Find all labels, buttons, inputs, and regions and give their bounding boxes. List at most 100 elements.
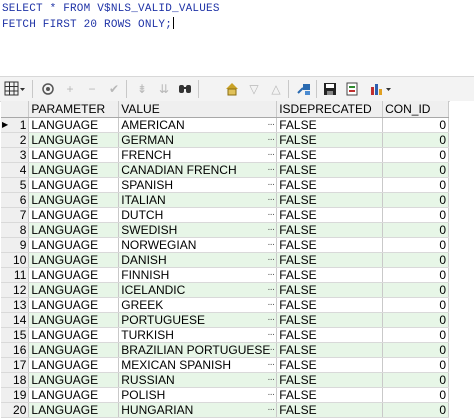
ellipsis-button[interactable]: ··· (267, 283, 275, 297)
table-row[interactable]: 11 LANGUAGE FINNISH ··· FALSE 0 (1, 267, 449, 283)
cell-parameter[interactable]: LANGUAGE (28, 147, 120, 163)
cell-value[interactable]: ITALIAN ··· (118, 192, 278, 208)
cell-con-id[interactable]: 0 (382, 207, 449, 223)
cell-isdeprecated[interactable]: FALSE (276, 267, 384, 283)
column-header-parameter[interactable]: PARAMETER (28, 101, 120, 118)
cell-value[interactable]: SWEDISH ··· (118, 222, 278, 238)
cell-con-id[interactable]: 0 (382, 222, 449, 238)
ellipsis-button[interactable]: ··· (267, 388, 275, 402)
cell-value[interactable]: CANADIAN FRENCH ··· (118, 162, 278, 178)
cell-con-id[interactable]: 0 (382, 282, 449, 298)
cell-con-id[interactable]: 0 (382, 132, 449, 148)
cell-parameter[interactable]: LANGUAGE (28, 162, 120, 178)
filter-down-icon[interactable]: ⇊ (156, 81, 172, 97)
cell-value[interactable]: TURKISH ··· (118, 327, 278, 343)
cell-con-id[interactable]: 0 (382, 357, 449, 373)
cell-isdeprecated[interactable]: FALSE (276, 222, 384, 238)
row-number-cell[interactable]: ▶ 1 (1, 117, 30, 133)
cell-value[interactable]: AMERICAN ··· (118, 117, 278, 133)
row-number-cell[interactable]: 13 (1, 297, 30, 313)
ellipsis-button[interactable]: ··· (267, 178, 275, 192)
cell-value[interactable]: GERMAN ··· (118, 132, 278, 148)
cell-parameter[interactable]: LANGUAGE (28, 117, 120, 133)
cell-value[interactable]: POLISH ··· (118, 387, 278, 403)
cell-parameter[interactable]: LANGUAGE (28, 252, 120, 268)
cell-con-id[interactable]: 0 (382, 297, 449, 313)
ellipsis-button[interactable]: ··· (267, 208, 275, 222)
table-row[interactable]: 20 LANGUAGE HUNGARIAN ··· FALSE 0 (1, 402, 449, 418)
cell-isdeprecated[interactable]: FALSE (276, 312, 384, 328)
cell-parameter[interactable]: LANGUAGE (28, 327, 120, 343)
cell-parameter[interactable]: LANGUAGE (28, 357, 120, 373)
find-icon[interactable] (177, 81, 193, 97)
cell-isdeprecated[interactable]: FALSE (276, 282, 384, 298)
cell-isdeprecated[interactable]: FALSE (276, 237, 384, 253)
table-row[interactable]: 2 LANGUAGE GERMAN ··· FALSE 0 (1, 132, 449, 148)
ellipsis-button[interactable]: ··· (267, 133, 275, 147)
row-number-cell[interactable]: 18 (1, 372, 30, 388)
ellipsis-button[interactable]: ··· (267, 148, 275, 162)
row-number-cell[interactable]: 15 (1, 327, 30, 343)
post-edit-icon[interactable]: ✔ (106, 81, 122, 97)
cell-value[interactable]: PORTUGUESE ··· (118, 312, 278, 328)
cell-parameter[interactable]: LANGUAGE (28, 132, 120, 148)
insert-row-icon[interactable]: + (62, 81, 78, 97)
row-number-cell[interactable]: 8 (1, 222, 30, 238)
cell-parameter[interactable]: LANGUAGE (28, 282, 120, 298)
cell-isdeprecated[interactable]: FALSE (276, 342, 384, 358)
cell-value[interactable]: DUTCH ··· (118, 207, 278, 223)
row-number-cell[interactable]: 6 (1, 192, 30, 208)
row-number-cell[interactable]: 7 (1, 207, 30, 223)
cell-con-id[interactable]: 0 (382, 267, 449, 283)
cell-parameter[interactable]: LANGUAGE (28, 402, 120, 418)
table-row[interactable]: 19 LANGUAGE POLISH ··· FALSE 0 (1, 387, 449, 403)
row-number-cell[interactable]: 16 (1, 342, 30, 358)
row-number-header[interactable] (1, 101, 30, 118)
ellipsis-button[interactable]: ··· (267, 298, 275, 312)
cell-con-id[interactable]: 0 (382, 117, 449, 133)
ellipsis-button[interactable]: ··· (267, 313, 275, 327)
cell-con-id[interactable]: 0 (382, 162, 449, 178)
cell-value[interactable]: SPANISH ··· (118, 177, 278, 193)
cell-parameter[interactable]: LANGUAGE (28, 312, 120, 328)
table-row[interactable]: 8 LANGUAGE SWEDISH ··· FALSE 0 (1, 222, 449, 238)
ellipsis-button[interactable]: ··· (267, 358, 275, 372)
row-number-cell[interactable]: 11 (1, 267, 30, 283)
cell-value[interactable]: HUNGARIAN ··· (118, 402, 278, 418)
cell-parameter[interactable]: LANGUAGE (28, 342, 120, 358)
table-row[interactable]: 15 LANGUAGE TURKISH ··· FALSE 0 (1, 327, 449, 343)
cell-value[interactable]: MEXICAN SPANISH ··· (118, 357, 278, 373)
cell-con-id[interactable]: 0 (382, 387, 449, 403)
table-row[interactable]: 7 LANGUAGE DUTCH ··· FALSE 0 (1, 207, 449, 223)
table-row[interactable]: 13 LANGUAGE GREEK ··· FALSE 0 (1, 297, 449, 313)
cell-isdeprecated[interactable]: FALSE (276, 297, 384, 313)
lock-icon[interactable] (40, 81, 56, 97)
table-row[interactable]: 12 LANGUAGE ICELANDIC ··· FALSE 0 (1, 282, 449, 298)
row-number-cell[interactable]: 10 (1, 252, 30, 268)
table-row[interactable]: 14 LANGUAGE PORTUGUESE ··· FALSE 0 (1, 312, 449, 328)
row-number-cell[interactable]: 17 (1, 357, 30, 373)
row-number-cell[interactable]: 20 (1, 402, 30, 418)
cell-isdeprecated[interactable]: FALSE (276, 327, 384, 343)
cell-isdeprecated[interactable]: FALSE (276, 252, 384, 268)
table-row[interactable]: 4 LANGUAGE CANADIAN FRENCH ··· FALSE 0 (1, 162, 449, 178)
column-header-isdeprecated[interactable]: ISDEPRECATED (276, 101, 384, 118)
row-number-cell[interactable]: 14 (1, 312, 30, 328)
cell-con-id[interactable]: 0 (382, 312, 449, 328)
table-row[interactable]: 3 LANGUAGE FRENCH ··· FALSE 0 (1, 147, 449, 163)
single-record-icon[interactable] (224, 81, 240, 97)
row-number-cell[interactable]: 2 (1, 132, 30, 148)
cell-parameter[interactable]: LANGUAGE (28, 267, 120, 283)
ellipsis-button[interactable]: ··· (267, 403, 275, 417)
cell-con-id[interactable]: 0 (382, 147, 449, 163)
cell-value[interactable]: RUSSIAN ··· (118, 372, 278, 388)
delete-row-icon[interactable]: − (84, 81, 100, 97)
ellipsis-button[interactable]: ··· (267, 118, 275, 132)
row-number-cell[interactable]: 12 (1, 282, 30, 298)
cell-value[interactable]: FRENCH ··· (118, 147, 278, 163)
cell-parameter[interactable]: LANGUAGE (28, 237, 120, 253)
table-row[interactable]: ▶ 1 LANGUAGE AMERICAN ··· FALSE 0 (1, 117, 449, 133)
row-number-cell[interactable]: 5 (1, 177, 30, 193)
row-number-cell[interactable]: 4 (1, 162, 30, 178)
cell-con-id[interactable]: 0 (382, 252, 449, 268)
